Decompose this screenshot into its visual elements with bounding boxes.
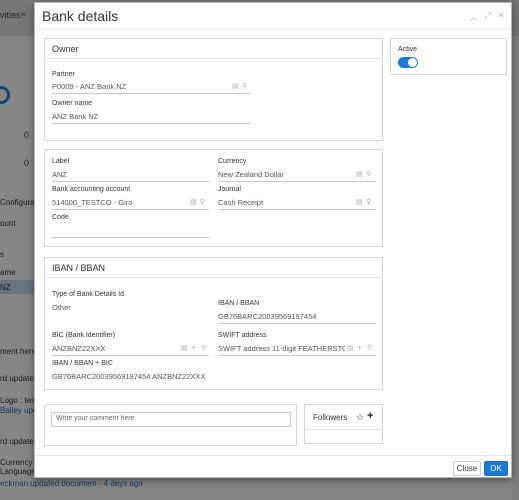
close-button[interactable]: Close [453,461,481,476]
maximize-icon[interactable]: ⤢ [484,10,491,23]
swift-field[interactable]: SWIFT address 11-digit FEATHERSTONE [218,344,345,353]
document-icon[interactable]: ▤ [232,82,239,90]
label-label: Label [52,158,70,165]
partner-label: Partner [52,71,75,78]
bic-underline [52,355,209,356]
header-controls: ︿ ⤢ ✕ [469,10,505,23]
code-label: Code [52,214,69,221]
bank-details-dialog: Bank details ︿ ⤢ ✕ Owner Partner P0009 -… [34,2,512,478]
search-icon[interactable]: ⚲ [366,198,371,206]
swift-label: SWIFT address [218,332,267,339]
comment-panel [44,404,297,446]
toggle-knob [408,58,417,67]
type-value[interactable]: Other [52,303,202,312]
dialog-body: Owner Partner P0009 - ANZ Bank NZ ▤ ⚲ Ow… [35,30,511,454]
document-icon[interactable]: ▤ [190,198,197,206]
partner-underline [52,93,250,94]
currency-label: Currency [218,158,247,165]
swift-underline [218,355,376,356]
owner-name-field[interactable]: ANZ Bank NZ [52,112,250,121]
collapse-icon[interactable]: ︿ [469,10,478,23]
search-icon[interactable]: ⚲ [200,198,205,206]
owner-panel: Owner Partner P0009 - ANZ Bank NZ ▤ ⚲ Ow… [44,38,383,141]
iban-underline [218,323,376,324]
document-icon[interactable]: ▤ [181,344,188,352]
type-label: Type of Bank Details Id [52,291,124,298]
journal-underline [218,209,376,210]
document-icon[interactable]: ▤ [356,198,363,206]
owner-panel-title: Owner [45,39,382,59]
owner-name-label: Owner name [52,100,93,107]
followers-panel: Followers ☆ + [304,404,383,444]
search-icon[interactable]: ⚲ [366,170,371,178]
currency-underline [218,181,376,182]
journal-label: Journal [218,186,241,193]
bic-label: BIC (Bank Identifier) [52,332,116,339]
ok-button[interactable]: OK [484,461,508,476]
owner-name-underline [52,123,250,124]
star-icon[interactable]: ☆ [356,412,364,423]
bank-account-field[interactable]: 514000_TESTCO - Giro [52,198,182,207]
iban-panel: IBAN / BBAN Type of Bank Details Id Othe… [44,257,383,390]
comment-input[interactable] [51,412,291,427]
label-field[interactable]: ANZ [52,170,202,179]
plus-icon[interactable]: + [191,343,196,352]
document-icon[interactable]: ▤ [356,170,363,178]
followers-title: Followers [313,413,348,422]
document-icon[interactable]: ▤ [347,344,354,352]
search-icon[interactable]: ⚲ [242,82,247,90]
add-follower-icon[interactable]: + [367,410,373,422]
followers-divider [305,429,382,430]
search-icon[interactable]: ⚲ [201,344,206,352]
iban-bic-label: IBAN / BBAN + BIC [52,360,113,367]
journal-field[interactable]: Cash Receipt [218,198,348,207]
dialog-title: Bank details [42,8,119,24]
close-icon[interactable]: ✕ [497,10,505,23]
bic-field[interactable]: ANZBNZ22XXX [52,344,177,353]
iban-panel-title: IBAN / BBAN [45,258,382,278]
iban-field[interactable]: GB76BARC20039569197454 [218,312,376,321]
details-panel: Label ANZ Currency New Zealand Dollar ▤ … [44,149,383,247]
code-underline [52,237,209,238]
partner-field[interactable]: P0009 - ANZ Bank NZ [52,82,222,91]
iban-bic-value: GB76BARC20039569197454 ANZBNZ22XXX [52,372,206,381]
currency-field[interactable]: New Zealand Dollar [218,170,348,179]
label-underline [52,181,209,182]
bank-account-underline [52,209,209,210]
dialog-footer: Close OK [35,455,511,478]
plus-icon[interactable]: + [357,343,362,352]
active-panel: Active [390,38,507,75]
dialog-header: Bank details ︿ ⤢ ✕ [35,3,511,29]
active-label: Active [398,46,418,53]
active-toggle[interactable] [398,57,418,68]
search-icon[interactable]: ⚲ [367,344,372,352]
iban-label: IBAN / BBAN [218,300,260,307]
bank-account-label: Bank accounting account [52,186,131,193]
